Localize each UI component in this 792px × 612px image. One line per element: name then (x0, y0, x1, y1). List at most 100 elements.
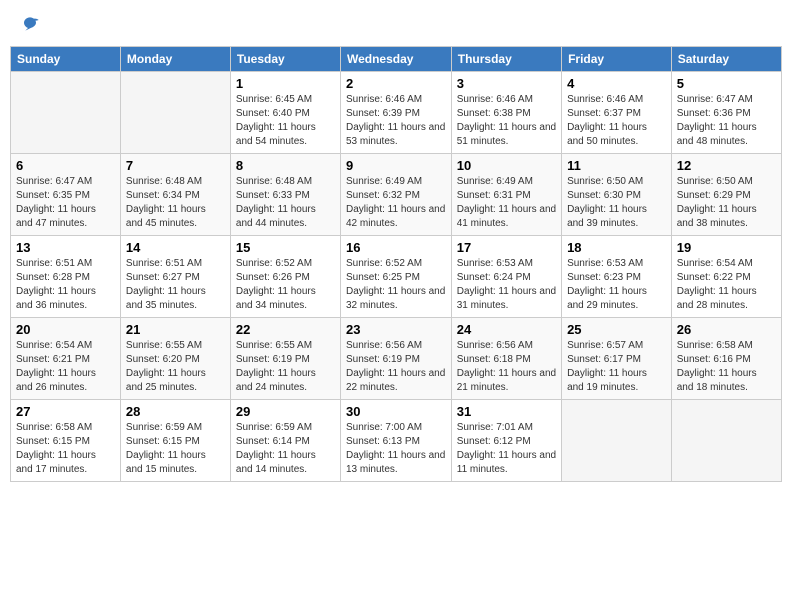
day-info: Sunrise: 6:46 AMSunset: 6:39 PMDaylight:… (346, 93, 446, 149)
calendar-day-cell: 3Sunrise: 6:46 AMSunset: 6:38 PMDaylight… (451, 72, 561, 154)
day-info: Sunrise: 6:45 AMSunset: 6:40 PMDaylight:… (236, 93, 335, 149)
calendar-day-cell: 10 Sunrise: 6:49 AMSunset: 6:31 PMDayligh… (451, 154, 561, 236)
day-number: 25 (567, 322, 666, 337)
calendar-day-cell: 12 Sunrise: 6:50 AMSunset: 6:29 PMDayligh… (671, 154, 781, 236)
day-info: Sunrise: 6:52 AMSunset: 6:26 PMDaylight:… (236, 257, 335, 313)
calendar-day-cell: 4 Sunrise: 6:46 AMSunset: 6:37 PMDaylight… (562, 72, 672, 154)
calendar-day-cell: 30 Sunrise: 7:00 AMSunset: 6:13 PMDayligh… (340, 400, 451, 482)
day-info: Sunrise: 6:47 AMSunset: 6:35 PMDaylight:… (16, 175, 115, 231)
day-number: 23 (346, 322, 446, 337)
day-info: Sunrise: 6:50 AMSunset: 6:30 PMDaylight:… (567, 175, 666, 231)
day-info: Sunrise: 6:59 AMSunset: 6:14 PMDaylight:… (236, 421, 335, 477)
day-number: 29 (236, 404, 335, 419)
day-info: Sunrise: 6:46 AMSunset: 6:37 PMDaylight:… (567, 93, 666, 149)
calendar-day-cell: 9Sunrise: 6:49 AMSunset: 6:32 PMDaylight… (340, 154, 451, 236)
calendar-day-cell: 19 Sunrise: 6:54 AMSunset: 6:22 PMDayligh… (671, 236, 781, 318)
calendar-header-row: SundayMondayTuesdayWednesdayThursdayFrid… (11, 47, 782, 72)
weekday-header: Monday (120, 47, 230, 72)
day-number: 6 (16, 158, 115, 173)
day-number: 19 (677, 240, 776, 255)
day-number: 4 (567, 76, 666, 91)
day-number: 10 (457, 158, 556, 173)
day-info: Sunrise: 6:58 AMSunset: 6:16 PMDaylight:… (677, 339, 776, 395)
calendar-day-cell: 21 Sunrise: 6:55 AMSunset: 6:20 PMDayligh… (120, 318, 230, 400)
calendar-day-cell: 20 Sunrise: 6:54 AMSunset: 6:21 PMDayligh… (11, 318, 121, 400)
day-info: Sunrise: 6:55 AMSunset: 6:20 PMDaylight:… (126, 339, 225, 395)
day-number: 12 (677, 158, 776, 173)
day-info: Sunrise: 6:49 AMSunset: 6:31 PMDaylight:… (457, 175, 556, 231)
calendar-day-cell: 7Sunrise: 6:48 AMSunset: 6:34 PMDaylight… (120, 154, 230, 236)
day-info: Sunrise: 6:48 AMSunset: 6:33 PMDaylight:… (236, 175, 335, 231)
calendar-week-row: 20 Sunrise: 6:54 AMSunset: 6:21 PMDayligh… (11, 318, 782, 400)
day-number: 27 (16, 404, 115, 419)
day-number: 31 (457, 404, 556, 419)
day-info: Sunrise: 6:58 AMSunset: 6:15 PMDaylight:… (16, 421, 115, 477)
day-info: Sunrise: 6:47 AMSunset: 6:36 PMDaylight:… (677, 93, 776, 149)
calendar-day-cell: 2 Sunrise: 6:46 AMSunset: 6:39 PMDaylight… (340, 72, 451, 154)
day-info: Sunrise: 6:51 AMSunset: 6:28 PMDaylight:… (16, 257, 115, 313)
calendar-day-cell: 31Sunrise: 7:01 AMSunset: 6:12 PMDayligh… (451, 400, 561, 482)
day-info: Sunrise: 6:56 AMSunset: 6:18 PMDaylight:… (457, 339, 556, 395)
calendar-day-cell (120, 72, 230, 154)
calendar-day-cell: 27 Sunrise: 6:58 AMSunset: 6:15 PMDayligh… (11, 400, 121, 482)
day-info: Sunrise: 6:54 AMSunset: 6:21 PMDaylight:… (16, 339, 115, 395)
day-number: 2 (346, 76, 446, 91)
calendar-day-cell: 6 Sunrise: 6:47 AMSunset: 6:35 PMDaylight… (11, 154, 121, 236)
day-number: 17 (457, 240, 556, 255)
day-info: Sunrise: 6:52 AMSunset: 6:25 PMDaylight:… (346, 257, 446, 313)
day-number: 21 (126, 322, 225, 337)
calendar-day-cell: 1 Sunrise: 6:45 AMSunset: 6:40 PMDaylight… (230, 72, 340, 154)
day-info: Sunrise: 6:51 AMSunset: 6:27 PMDaylight:… (126, 257, 225, 313)
calendar-day-cell: 17 Sunrise: 6:53 AMSunset: 6:24 PMDayligh… (451, 236, 561, 318)
day-number: 15 (236, 240, 335, 255)
calendar-day-cell: 16 Sunrise: 6:52 AMSunset: 6:25 PMDayligh… (340, 236, 451, 318)
day-info: Sunrise: 6:59 AMSunset: 6:15 PMDaylight:… (126, 421, 225, 477)
weekday-header: Thursday (451, 47, 561, 72)
logo-bird-icon (20, 14, 40, 34)
day-info: Sunrise: 6:50 AMSunset: 6:29 PMDaylight:… (677, 175, 776, 231)
calendar-day-cell (562, 400, 672, 482)
day-number: 18 (567, 240, 666, 255)
day-number: 13 (16, 240, 115, 255)
day-number: 16 (346, 240, 446, 255)
day-number: 5 (677, 76, 776, 91)
calendar-week-row: 1 Sunrise: 6:45 AMSunset: 6:40 PMDaylight… (11, 72, 782, 154)
weekday-header: Tuesday (230, 47, 340, 72)
day-number: 7 (126, 158, 225, 173)
day-info: Sunrise: 6:49 AMSunset: 6:32 PMDaylight:… (346, 175, 446, 231)
day-number: 1 (236, 76, 335, 91)
day-number: 24 (457, 322, 556, 337)
weekday-header: Friday (562, 47, 672, 72)
calendar-day-cell: 18 Sunrise: 6:53 AMSunset: 6:23 PMDayligh… (562, 236, 672, 318)
page-header (10, 10, 782, 38)
calendar-day-cell: 11 Sunrise: 6:50 AMSunset: 6:30 PMDayligh… (562, 154, 672, 236)
day-number: 30 (346, 404, 446, 419)
calendar-week-row: 13 Sunrise: 6:51 AMSunset: 6:28 PMDayligh… (11, 236, 782, 318)
weekday-header: Saturday (671, 47, 781, 72)
calendar-day-cell: 15 Sunrise: 6:52 AMSunset: 6:26 PMDayligh… (230, 236, 340, 318)
day-number: 3 (457, 76, 556, 91)
day-number: 26 (677, 322, 776, 337)
day-number: 22 (236, 322, 335, 337)
day-info: Sunrise: 6:53 AMSunset: 6:24 PMDaylight:… (457, 257, 556, 313)
day-number: 11 (567, 158, 666, 173)
calendar-day-cell: 5 Sunrise: 6:47 AMSunset: 6:36 PMDaylight… (671, 72, 781, 154)
day-number: 28 (126, 404, 225, 419)
calendar-table: SundayMondayTuesdayWednesdayThursdayFrid… (10, 46, 782, 482)
weekday-header: Sunday (11, 47, 121, 72)
calendar-week-row: 27 Sunrise: 6:58 AMSunset: 6:15 PMDayligh… (11, 400, 782, 482)
calendar-day-cell: 28 Sunrise: 6:59 AMSunset: 6:15 PMDayligh… (120, 400, 230, 482)
calendar-day-cell: 23Sunrise: 6:56 AMSunset: 6:19 PMDayligh… (340, 318, 451, 400)
logo (18, 14, 40, 34)
day-info: Sunrise: 7:00 AMSunset: 6:13 PMDaylight:… (346, 421, 446, 477)
day-info: Sunrise: 6:55 AMSunset: 6:19 PMDaylight:… (236, 339, 335, 395)
day-info: Sunrise: 6:54 AMSunset: 6:22 PMDaylight:… (677, 257, 776, 313)
day-number: 8 (236, 158, 335, 173)
calendar-day-cell: 8 Sunrise: 6:48 AMSunset: 6:33 PMDaylight… (230, 154, 340, 236)
calendar-day-cell: 26 Sunrise: 6:58 AMSunset: 6:16 PMDayligh… (671, 318, 781, 400)
calendar-day-cell: 24 Sunrise: 6:56 AMSunset: 6:18 PMDayligh… (451, 318, 561, 400)
calendar-day-cell: 13 Sunrise: 6:51 AMSunset: 6:28 PMDayligh… (11, 236, 121, 318)
day-info: Sunrise: 6:53 AMSunset: 6:23 PMDaylight:… (567, 257, 666, 313)
weekday-header: Wednesday (340, 47, 451, 72)
day-number: 20 (16, 322, 115, 337)
